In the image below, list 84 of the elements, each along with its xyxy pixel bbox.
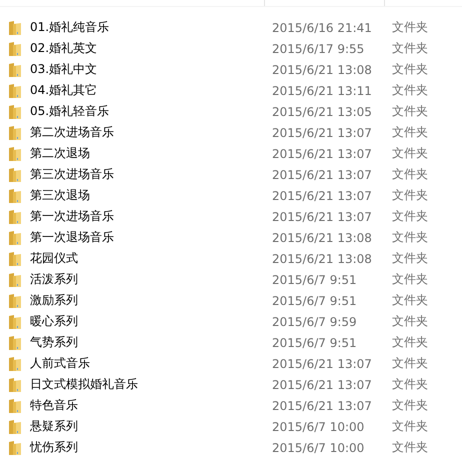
folder-icon [8,272,22,288]
folder-icon [8,356,22,372]
date-modified: 2015/6/21 13:08 [272,230,373,244]
file-type: 文件夹 [392,397,429,414]
date-modified: 2015/6/7 9:51 [272,336,358,350]
folder-icon [8,40,22,56]
date-modified: 2015/6/21 13:05 [272,104,373,118]
date-modified: 2015/6/7 9:59 [272,314,358,328]
file-type: 文件夹 [392,313,429,330]
folder-icon [8,124,22,140]
folder-icon [8,188,22,204]
file-type: 文件夹 [392,40,429,57]
file-name[interactable]: 第一次退场音乐 [30,229,272,246]
file-type: 文件夹 [392,250,429,267]
file-type: 文件夹 [392,82,429,99]
file-type: 文件夹 [392,166,429,183]
date-modified: 2015/6/21 13:07 [272,356,373,370]
folder-icon [8,250,22,266]
date-modified: 2015/6/21 13:07 [272,126,373,140]
folder-icon [8,398,22,414]
folder-icon [8,334,22,350]
folder-icon [8,104,22,120]
file-name[interactable]: 气势系列 [30,334,272,351]
date-modified: 2015/6/21 13:08 [272,252,373,266]
file-name[interactable]: 悬疑系列 [30,418,272,435]
file-type: 文件夹 [392,103,429,120]
file-name[interactable]: 特色音乐 [30,397,272,414]
date-modified: 2015/6/21 13:07 [272,398,373,412]
date-modified: 2015/6/21 13:07 [272,378,373,392]
file-type: 文件夹 [392,376,429,393]
date-modified: 2015/6/21 13:07 [272,210,373,224]
file-name[interactable]: 第二次退场 [30,145,272,162]
folder-icon [8,146,22,162]
file-name[interactable]: 日文式模拟婚礼音乐 [30,376,272,393]
file-type: 文件夹 [392,292,429,309]
file-type: 文件夹 [392,19,429,36]
folder-icon [8,292,22,308]
file-type: 文件夹 [392,334,429,351]
folder-icon [8,20,22,36]
file-name[interactable]: 忧伤系列 [30,439,272,456]
date-modified: 2015/6/7 9:51 [272,272,358,286]
date-modified: 2015/6/7 10:00 [272,420,366,434]
folder-icon [8,440,22,456]
file-type: 文件夹 [392,418,429,435]
file-type: 文件夹 [392,208,429,225]
file-type: 文件夹 [392,439,429,456]
file-name[interactable]: 人前式音乐 [30,355,272,372]
file-name[interactable]: 第二次进场音乐 [30,124,272,141]
date-modified: 2015/6/21 13:08 [272,62,373,76]
date-modified: 2015/6/21 13:07 [272,188,373,202]
file-type: 文件夹 [392,61,429,78]
folder-icon [8,418,22,434]
file-type: 文件夹 [392,271,429,288]
date-modified: 2015/6/17 9:55 [272,42,366,56]
file-name[interactable]: 第一次进场音乐 [30,208,272,225]
file-type: 文件夹 [392,187,429,204]
file-name[interactable]: 第三次进场音乐 [30,166,272,183]
file-type: 文件夹 [392,145,429,162]
folder-icon [8,314,22,330]
file-name[interactable]: 03.婚礼中文 [30,61,272,78]
file-name[interactable]: 第三次退场 [30,187,272,204]
file-name[interactable]: 活泼系列 [30,271,272,288]
file-name[interactable]: 02.婚礼英文 [30,40,272,57]
file-name[interactable]: 01.婚礼纯音乐 [30,19,272,36]
file-name[interactable]: 04.婚礼其它 [30,82,272,99]
file-name[interactable]: 05.婚礼轻音乐 [30,103,272,120]
file-type: 文件夹 [392,124,429,141]
folder-icon [8,62,22,78]
file-name[interactable]: 激励系列 [30,292,272,309]
folder-icon [8,376,22,392]
file-name[interactable]: 花园仪式 [30,250,272,267]
date-modified: 2015/6/16 21:41 [272,20,373,34]
date-modified: 2015/6/21 13:07 [272,168,373,182]
folder-icon [8,208,22,224]
date-modified: 2015/6/21 13:11 [272,84,373,98]
date-modified: 2015/6/7 10:00 [272,440,366,454]
folder-icon [8,82,22,98]
file-type: 文件夹 [392,355,429,372]
date-modified: 2015/6/21 13:07 [272,146,373,160]
file-type: 文件夹 [392,229,429,246]
folder-icon [8,166,22,182]
file-name[interactable]: 暖心系列 [30,313,272,330]
folder-icon [8,230,22,246]
date-modified: 2015/6/7 9:51 [272,294,358,308]
